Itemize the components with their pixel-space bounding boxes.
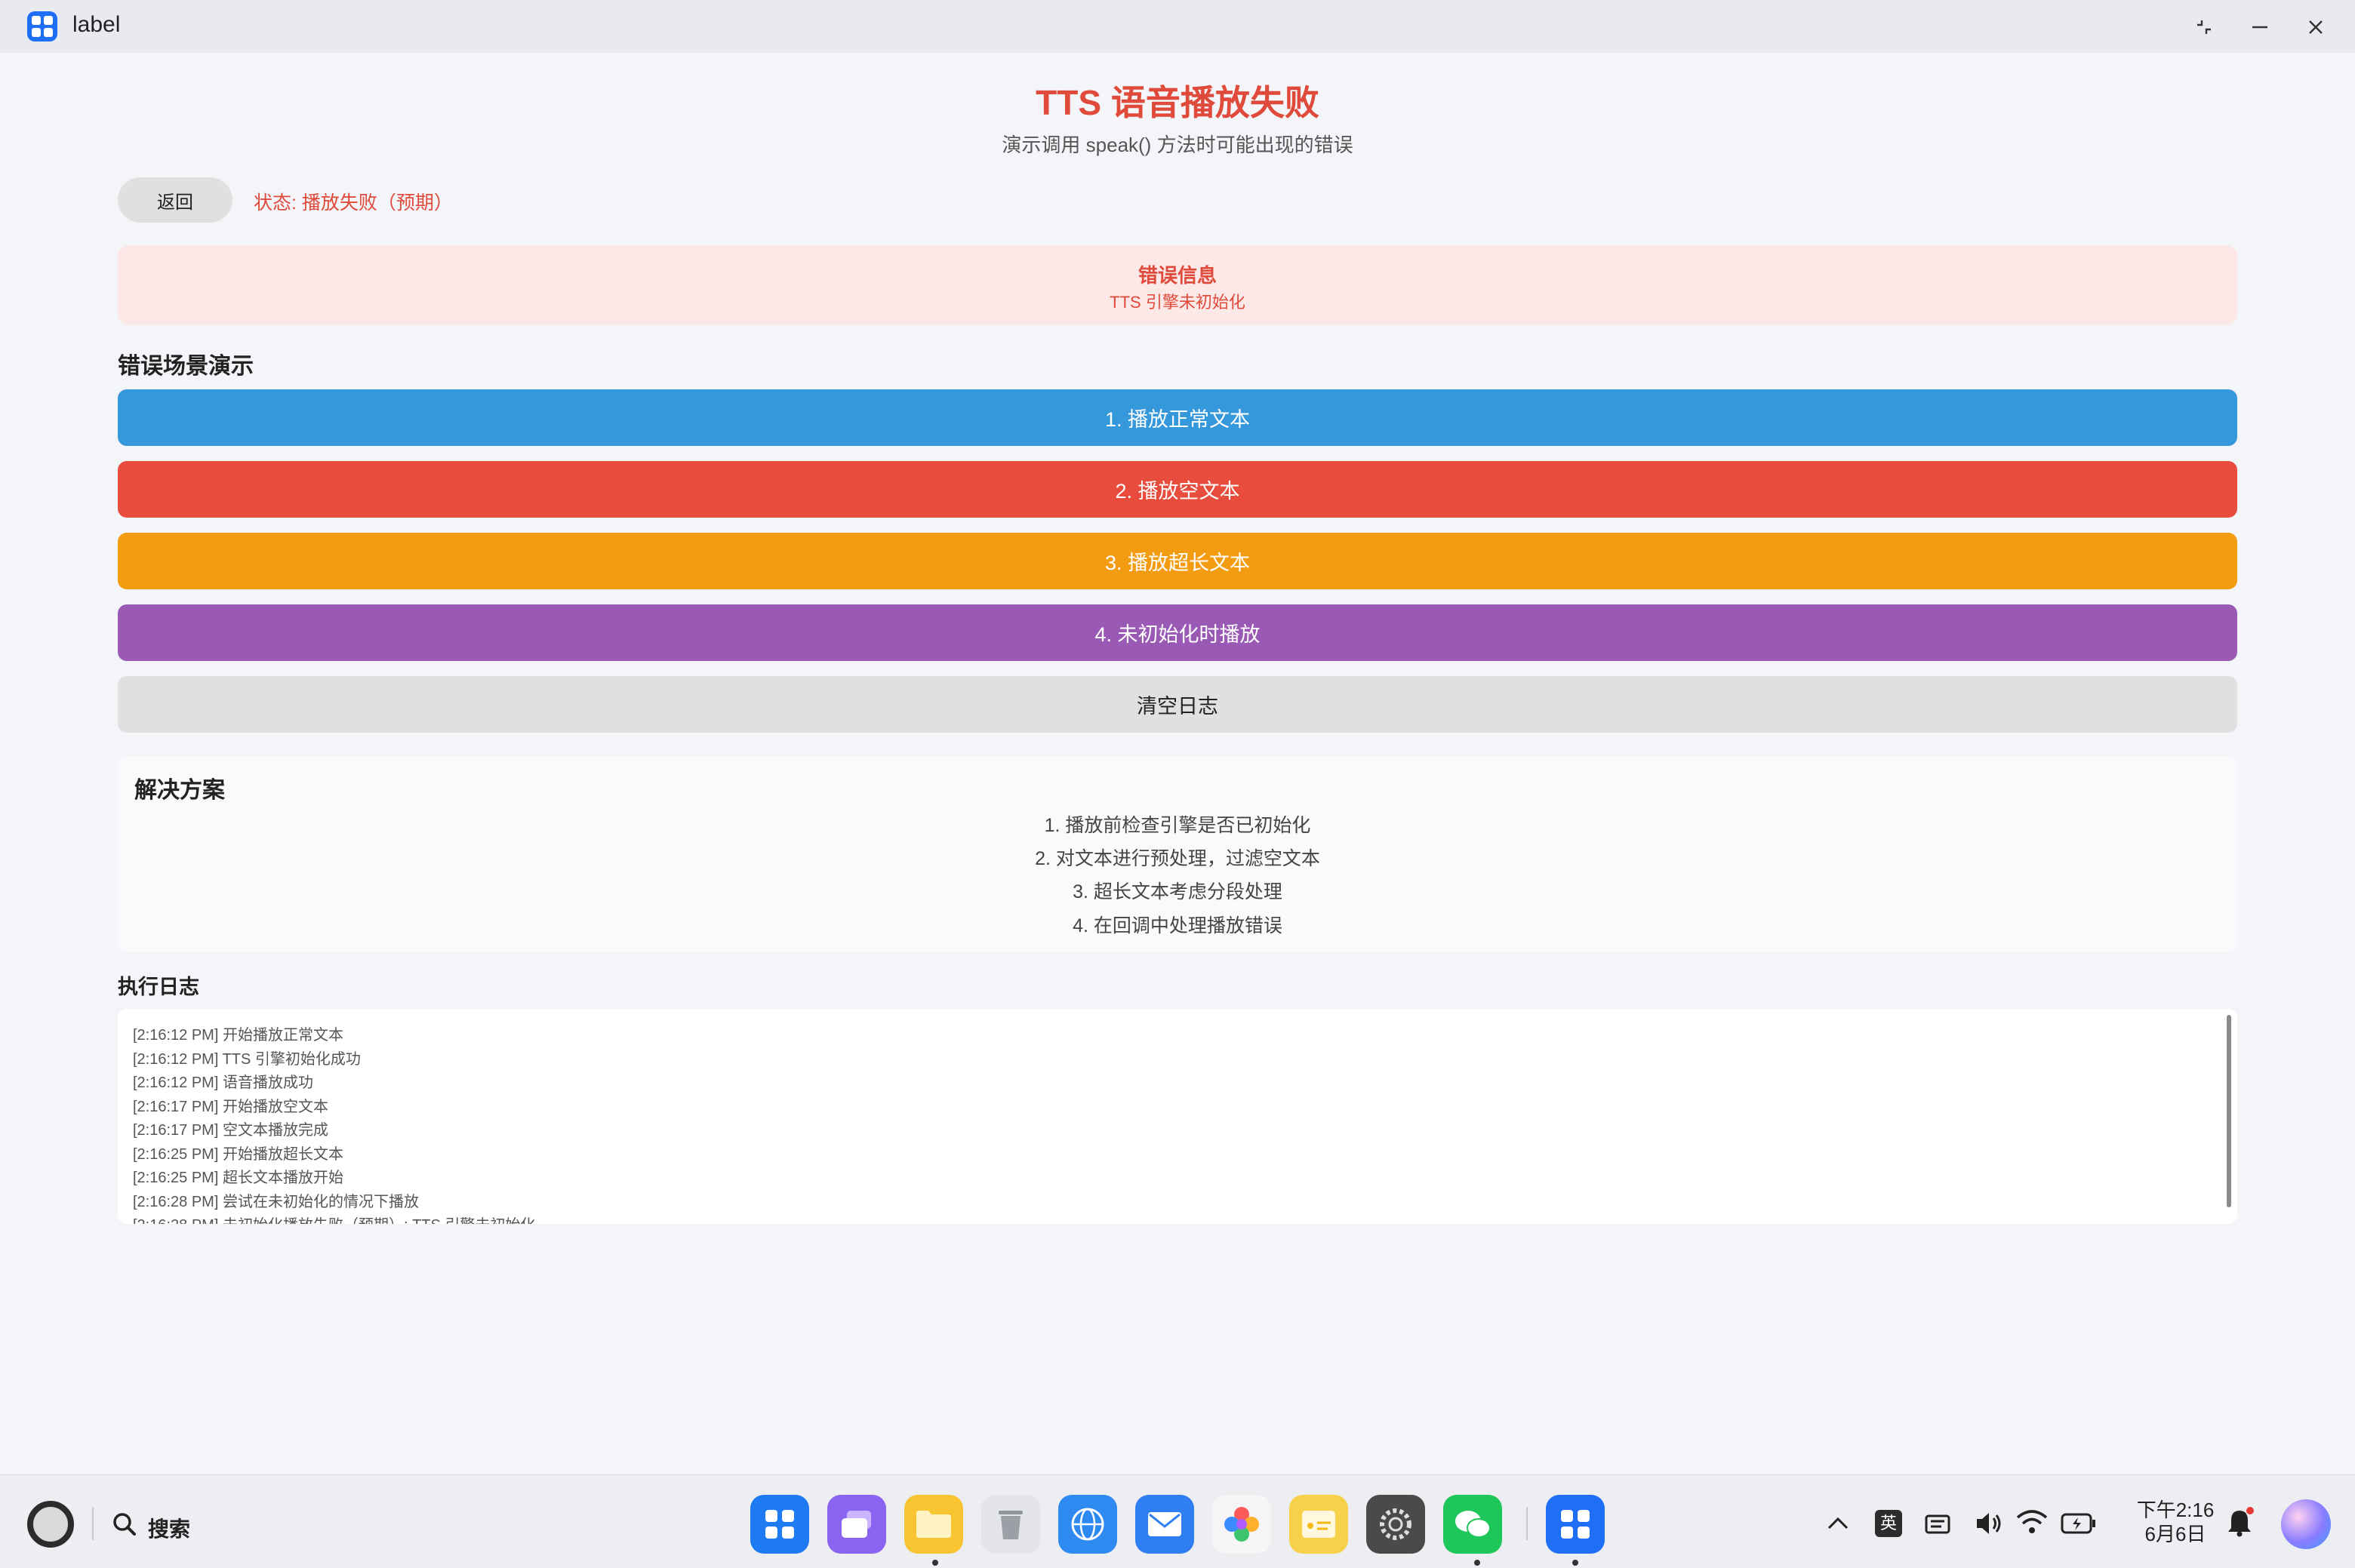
running-indicator [932, 1560, 938, 1566]
log-line: [2:16:25 PM] 超长文本播放开始 [133, 1170, 343, 1186]
log-heading: 执行日志 [118, 976, 199, 998]
gear-icon[interactable] [1366, 1495, 1425, 1554]
clock[interactable]: 下午2:16 6月6日 [2130, 1498, 2221, 1546]
clock-date: 6月6日 [2144, 1523, 2206, 1545]
running-indicator [1474, 1560, 1480, 1566]
notification-badge [2246, 1507, 2254, 1514]
play-normal-text-button[interactable]: 1. 播放正常文本 [118, 389, 2237, 446]
chevron-up-icon[interactable] [1827, 1516, 1849, 1531]
battery-icon[interactable] [2061, 1511, 2097, 1536]
start-button[interactable] [27, 1501, 74, 1548]
play-long-text-button[interactable]: 3. 播放超长文本 [118, 533, 2237, 589]
play-uninitialized-button[interactable]: 4. 未初始化时播放 [118, 604, 2237, 661]
play-empty-text-button[interactable]: 2. 播放空文本 [118, 461, 2237, 518]
trash-icon[interactable] [981, 1495, 1040, 1554]
flower-icon[interactable] [1212, 1495, 1271, 1554]
status-text: 状态: 播放失败（预期） [254, 192, 453, 214]
log-line: [2:16:17 PM] 开始播放空文本 [133, 1099, 328, 1115]
log-line: [2:16:28 PM] 尝试在未初始化的情况下播放 [133, 1194, 419, 1210]
solution-item: 3. 超长文本考虑分段处理 [1073, 881, 1282, 902]
solution-item: 1. 播放前检查引擎是否已初始化 [1044, 815, 1311, 836]
app-grid-icon [27, 11, 57, 42]
keyboard-icon[interactable] [1925, 1510, 1953, 1537]
volume-icon[interactable] [1975, 1510, 2005, 1537]
error-info-panel: 错误信息 TTS 引擎未初始化 [118, 245, 2237, 325]
log-scrollbar[interactable] [2227, 1015, 2231, 1207]
log-panel[interactable]: [2:16:12 PM] 开始播放正常文本 [2:16:12 PM] TTS 引… [118, 1009, 2237, 1224]
restore-icon[interactable] [2187, 11, 2221, 44]
globe-icon[interactable] [1058, 1495, 1117, 1554]
app-launcher-icon[interactable] [750, 1495, 809, 1554]
solution-item: 2. 对文本进行预处理，过滤空文本 [1035, 848, 1320, 869]
running-indicator [1572, 1560, 1578, 1566]
error-title: 错误信息 [1137, 264, 1217, 287]
label-app-icon[interactable] [1546, 1495, 1605, 1554]
chat-icon[interactable] [1443, 1495, 1502, 1554]
taskbar-divider [92, 1507, 94, 1540]
wifi-icon[interactable] [2015, 1508, 2049, 1537]
assistant-icon[interactable] [2281, 1499, 2331, 1549]
page-title: TTS 语音播放失败 [1036, 83, 1319, 122]
ime-indicator[interactable]: 英 [1875, 1510, 1902, 1537]
clock-time: 下午2:16 [2136, 1499, 2215, 1521]
clear-log-button[interactable]: 清空日志 [118, 676, 2237, 733]
window-title: label [72, 12, 121, 37]
solution-panel: 解决方案 1. 播放前检查引擎是否已初始化 2. 对文本进行预处理，过滤空文本 … [118, 756, 2237, 952]
log-line: [2:16:12 PM] 开始播放正常文本 [133, 1027, 343, 1044]
log-line: [2:16:12 PM] 语音播放成功 [133, 1075, 313, 1091]
solution-title: 解决方案 [134, 778, 225, 803]
taskbar-divider [1526, 1507, 1528, 1540]
folder-icon[interactable] [904, 1495, 963, 1554]
scenarios-heading: 错误场景演示 [118, 354, 254, 379]
error-message: TTS 引擎未初始化 [1110, 293, 1245, 312]
page-subtitle: 演示调用 speak() 方法时可能出现的错误 [1002, 134, 1353, 156]
multitask-icon[interactable] [827, 1495, 886, 1554]
log-line: [2:16:17 PM] 空文本播放完成 [133, 1122, 328, 1139]
log-line: [2:16:28 PM] 未初始化播放失败（预期）: TTS 引擎未初始化 [133, 1213, 535, 1224]
window-titlebar: label [0, 0, 2355, 53]
mail-icon[interactable] [1135, 1495, 1194, 1554]
log-line: [2:16:25 PM] 开始播放超长文本 [133, 1146, 343, 1163]
minimize-icon[interactable] [2243, 11, 2276, 44]
close-icon[interactable] [2299, 11, 2332, 44]
search-icon[interactable] [112, 1511, 137, 1537]
search-label[interactable]: 搜索 [148, 1513, 190, 1543]
back-button[interactable]: 返回 [118, 177, 232, 223]
log-line: [2:16:12 PM] TTS 引擎初始化成功 [133, 1051, 361, 1068]
taskbar: 搜索 英 下午2:16 6月6日 [0, 1474, 2355, 1568]
notes-icon[interactable] [1289, 1495, 1348, 1554]
solution-item: 4. 在回调中处理播放错误 [1073, 915, 1282, 936]
